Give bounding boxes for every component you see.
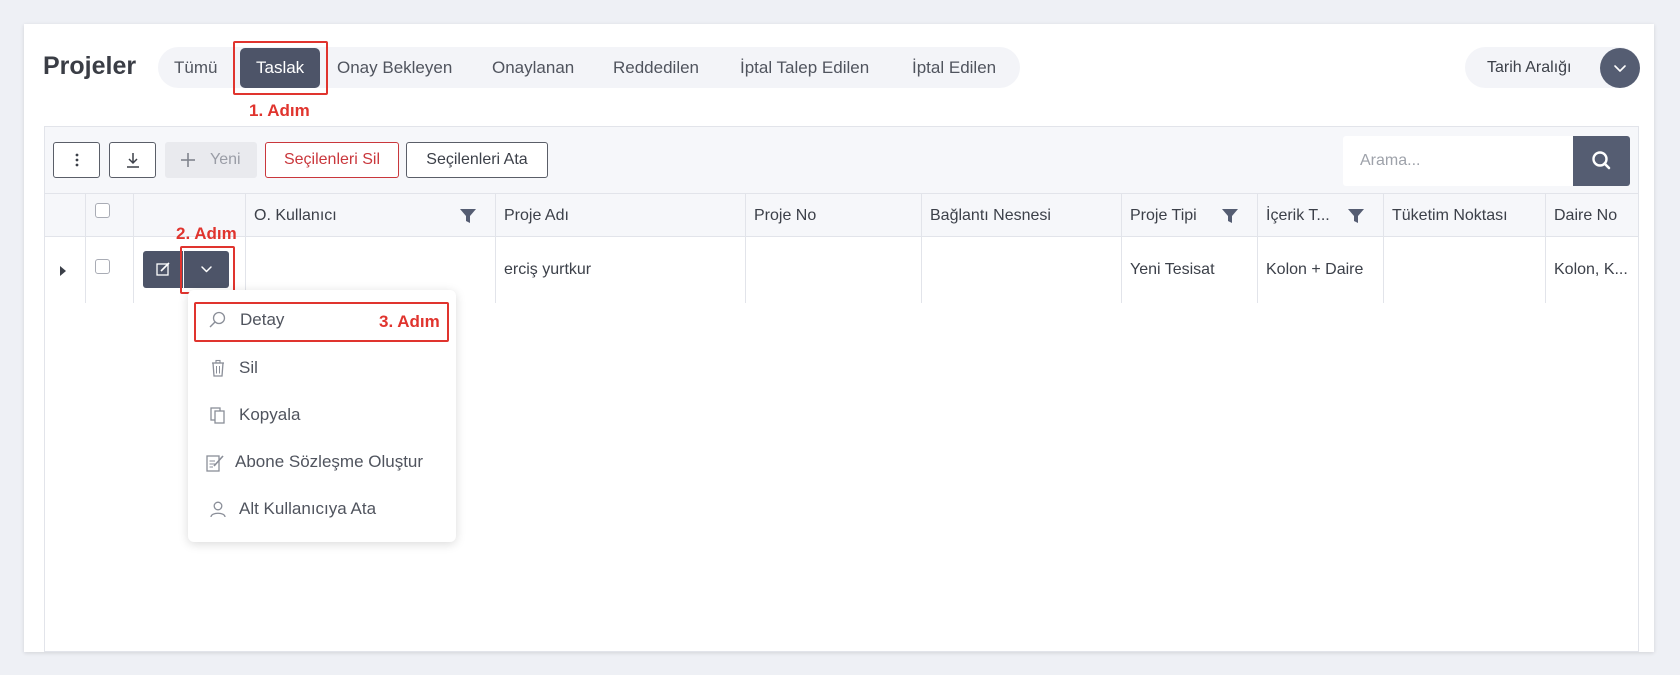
more-vertical-icon bbox=[75, 153, 78, 167]
row-checkbox[interactable] bbox=[95, 259, 110, 274]
menu-item-label: Abone Sözleşme Oluştur bbox=[235, 452, 424, 471]
grid-toolbar: Yeni Seçilenleri Sil Seçilenleri Ata bbox=[45, 127, 1638, 194]
column-header-label: Proje Tipi bbox=[1130, 207, 1197, 224]
edit-button[interactable] bbox=[143, 251, 183, 288]
tab-rejected[interactable]: Reddedilen bbox=[613, 47, 699, 88]
date-range-label: Tarih Aralığı bbox=[1487, 59, 1572, 76]
tab-cancelled[interactable]: İptal Edilen bbox=[912, 47, 996, 88]
row-expand-cell bbox=[45, 237, 86, 303]
step2-label: 2. Adım bbox=[176, 224, 237, 243]
filter-icon[interactable] bbox=[1221, 207, 1239, 225]
column-header-project-type[interactable]: Proje Tipi bbox=[1122, 194, 1258, 236]
column-header-consumption-point[interactable]: Tüketim Noktası bbox=[1384, 194, 1546, 236]
column-header-connection-object[interactable]: Bağlantı Nesnesi bbox=[922, 194, 1122, 236]
step1-highlight bbox=[233, 41, 328, 95]
copy-icon bbox=[210, 407, 225, 424]
column-header-content-type[interactable]: İçerik T... bbox=[1258, 194, 1384, 236]
plus-icon bbox=[181, 153, 195, 167]
chevron-down-icon bbox=[1614, 65, 1626, 72]
select-all-checkbox[interactable] bbox=[95, 203, 110, 218]
date-range-picker[interactable]: Tarih Aralığı bbox=[1465, 47, 1640, 88]
step1-label: 1. Adım bbox=[249, 101, 310, 120]
assign-selected-button[interactable]: Seçilenleri Ata bbox=[406, 142, 548, 178]
step3-label: 3. Adım bbox=[379, 312, 440, 331]
filter-icon[interactable] bbox=[1347, 207, 1365, 225]
date-range-toggle-button[interactable] bbox=[1600, 48, 1640, 88]
menu-item-assign-sub-user[interactable]: Alt Kullanıcıya Ata bbox=[188, 487, 456, 531]
menu-item-label: Kopyala bbox=[239, 405, 301, 424]
tab-all[interactable]: Tümü bbox=[174, 47, 217, 88]
cell-project-name: erciş yurtkur bbox=[496, 237, 746, 303]
menu-item-delete[interactable]: Sil bbox=[188, 346, 456, 390]
column-header-label: İçerik T... bbox=[1266, 207, 1330, 224]
column-header-project-no[interactable]: Proje No bbox=[746, 194, 922, 236]
menu-item-copy[interactable]: Kopyala bbox=[188, 393, 456, 437]
trash-icon bbox=[212, 359, 224, 377]
caret-right-icon[interactable] bbox=[56, 264, 70, 278]
page-title: Projeler bbox=[43, 52, 137, 80]
expand-column-header bbox=[45, 194, 86, 236]
cell-project-type: Yeni Tesisat bbox=[1122, 237, 1258, 303]
cell-connection-object bbox=[922, 237, 1122, 303]
table-header: O. Kullanıcı Proje Adı Proje No Bağlantı… bbox=[45, 194, 1638, 237]
download-button[interactable] bbox=[109, 142, 156, 178]
tab-approved[interactable]: Onaylanan bbox=[492, 47, 574, 88]
column-header-label: O. Kullanıcı bbox=[254, 207, 337, 224]
more-options-button[interactable] bbox=[53, 142, 100, 178]
user-icon bbox=[210, 501, 226, 518]
search-button[interactable] bbox=[1573, 136, 1630, 186]
menu-item-label: Sil bbox=[239, 358, 258, 377]
cell-project-no bbox=[746, 237, 922, 303]
row-select-cell bbox=[86, 237, 134, 303]
search-input[interactable] bbox=[1343, 136, 1573, 186]
edit-document-icon bbox=[206, 455, 224, 472]
cell-content-type: Kolon + Daire bbox=[1258, 237, 1384, 303]
column-header-apartment-no[interactable]: Daire No bbox=[1546, 194, 1640, 236]
tab-pending-approval[interactable]: Onay Bekleyen bbox=[337, 47, 452, 88]
edit-icon bbox=[156, 262, 170, 276]
tab-cancel-requested[interactable]: İptal Talep Edilen bbox=[740, 47, 869, 88]
new-button-label: Yeni bbox=[210, 151, 241, 168]
menu-item-create-subscription-contract[interactable]: Abone Sözleşme Oluştur bbox=[188, 440, 456, 484]
search-icon bbox=[1592, 151, 1611, 170]
cell-consumption-point bbox=[1384, 237, 1546, 303]
column-header-project-name[interactable]: Proje Adı bbox=[496, 194, 746, 236]
column-header-owner-user[interactable]: O. Kullanıcı bbox=[246, 194, 496, 236]
menu-item-label: Alt Kullanıcıya Ata bbox=[239, 499, 377, 518]
download-icon bbox=[126, 153, 139, 168]
step2-highlight bbox=[180, 246, 235, 294]
filter-icon[interactable] bbox=[459, 207, 477, 225]
delete-selected-button[interactable]: Seçilenleri Sil bbox=[265, 142, 399, 178]
new-button[interactable]: Yeni bbox=[165, 142, 257, 178]
select-column-header bbox=[86, 194, 134, 236]
cell-apartment-no: Kolon, K... bbox=[1554, 261, 1628, 278]
